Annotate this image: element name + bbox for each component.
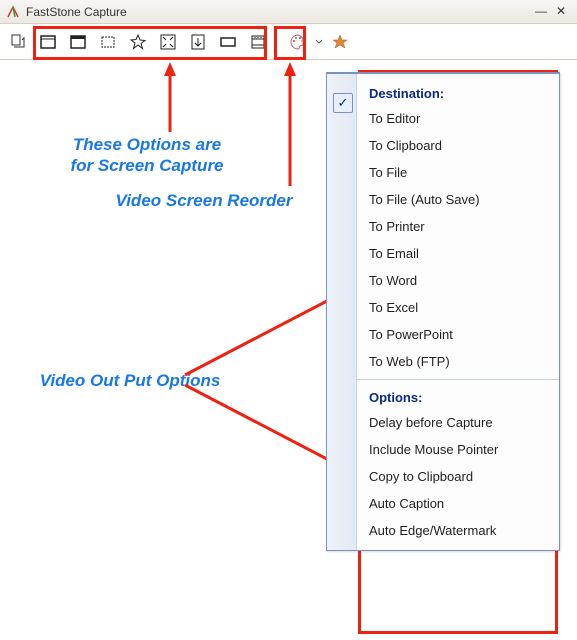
capture-doc-button[interactable] — [4, 28, 32, 56]
annotation-video: Video Screen Reorder — [94, 190, 314, 211]
palette-button[interactable] — [284, 28, 312, 56]
app-logo-icon — [6, 5, 20, 19]
menu-separator — [357, 379, 559, 380]
capture-window-button[interactable] — [34, 28, 62, 56]
arrow-capture-icon — [160, 62, 180, 134]
window-title: FastStone Capture — [26, 5, 531, 19]
title-bar: FastStone Capture — ✕ — [0, 0, 577, 24]
menu-item-to-editor[interactable]: To Editor — [357, 105, 559, 132]
menu-item-copy-clipboard[interactable]: Copy to Clipboard — [357, 463, 559, 490]
close-button[interactable]: ✕ — [551, 4, 571, 20]
menu-item-delay[interactable]: Delay before Capture — [357, 409, 559, 436]
menu-header-options: Options: — [357, 384, 559, 409]
palette-dropdown-arrow-icon[interactable] — [314, 28, 324, 56]
menu-item-auto-edge[interactable]: Auto Edge/Watermark — [357, 517, 559, 544]
menu-item-to-file-autosave[interactable]: To File (Auto Save) — [357, 186, 559, 213]
menu-item-to-clipboard[interactable]: To Clipboard — [357, 132, 559, 159]
minimize-button[interactable]: — — [531, 4, 551, 20]
video-recorder-button[interactable] — [244, 28, 272, 56]
finder-button[interactable] — [326, 28, 354, 56]
menu-item-to-file[interactable]: To File — [357, 159, 559, 186]
menu-gutter — [327, 74, 357, 550]
menu-item-to-word[interactable]: To Word — [357, 267, 559, 294]
annotation-capture: These Options are for Screen Capture — [42, 134, 252, 177]
menu-item-auto-caption[interactable]: Auto Caption — [357, 490, 559, 517]
annotation-output: Video Out Put Options — [15, 370, 245, 391]
capture-fullscreen-button[interactable] — [154, 28, 182, 56]
check-icon: ✓ — [333, 93, 353, 113]
destination-menu: Destination: To Editor To Clipboard To F… — [326, 72, 560, 551]
menu-item-to-excel[interactable]: To Excel — [357, 294, 559, 321]
arrow-video-icon — [280, 62, 300, 188]
menu-item-to-web-ftp[interactable]: To Web (FTP) — [357, 348, 559, 375]
menu-item-to-email[interactable]: To Email — [357, 240, 559, 267]
menu-item-to-printer[interactable]: To Printer — [357, 213, 559, 240]
menu-item-to-powerpoint[interactable]: To PowerPoint — [357, 321, 559, 348]
capture-region-button[interactable] — [94, 28, 122, 56]
capture-object-button[interactable] — [64, 28, 92, 56]
capture-fixed-button[interactable] — [214, 28, 242, 56]
menu-header-destination: Destination: — [357, 80, 559, 105]
toolbar — [0, 24, 577, 60]
menu-item-mouse-pointer[interactable]: Include Mouse Pointer — [357, 436, 559, 463]
capture-freehand-button[interactable] — [124, 28, 152, 56]
capture-scroll-button[interactable] — [184, 28, 212, 56]
